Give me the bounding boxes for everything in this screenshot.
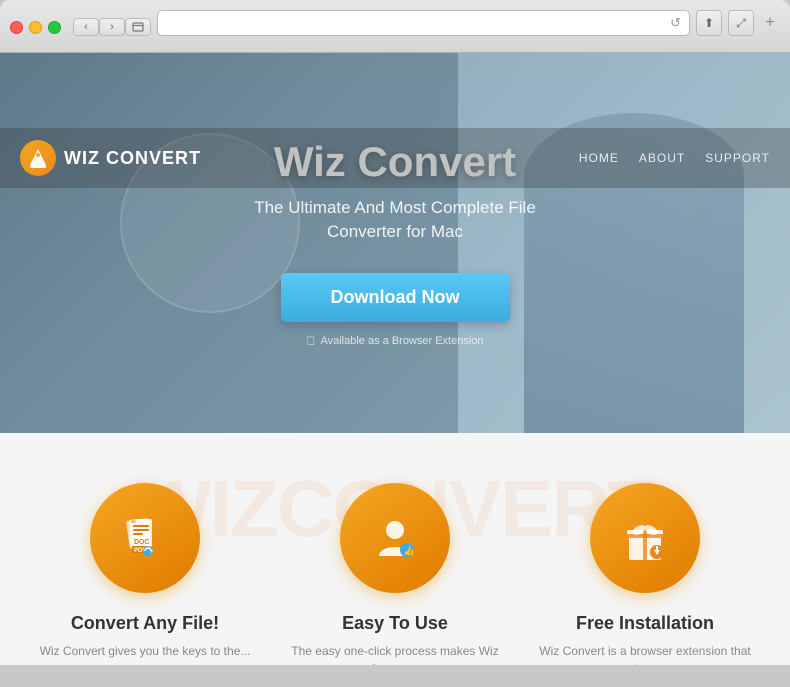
new-tab-button[interactable]: + [760,10,780,36]
apple-note:  Available as a Browser Extension [254,334,536,348]
web-content: WIZ CONVERT HOME ABOUT SUPPORT Wiz Conve… [0,53,790,665]
apple-icon:  [306,334,315,348]
nav-about[interactable]: ABOUT [639,151,685,165]
nav-links: HOME ABOUT SUPPORT [579,151,770,165]
svg-text:👍: 👍 [404,545,415,556]
hero-subtitle: The Ultimate And Most Complete FileConve… [254,196,536,244]
zoom-button[interactable]: ⤢ [728,10,754,36]
back-button[interactable]: ‹ [73,18,99,36]
close-button[interactable] [10,21,23,34]
forward-icon: › [110,21,114,33]
maximize-button[interactable] [48,21,61,34]
logo[interactable]: WIZ CONVERT [20,140,201,176]
feature-convert-desc: Wiz Convert gives you the keys to the... [35,642,255,660]
traffic-lights [10,21,61,34]
logo-text: WIZ CONVERT [64,148,201,169]
feature-easy-desc: The easy one-click process makes Wiz Con… [285,642,505,665]
title-bar: ‹ › ↺ ⬆ ⤢ + [10,10,780,44]
plus-icon: + [765,14,774,32]
nav-support[interactable]: SUPPORT [705,151,770,165]
feature-easy: 👍 Easy To Use The easy one-click process… [285,483,505,665]
nav-home[interactable]: HOME [579,151,619,165]
hero-section: Wiz Convert The Ultimate And Most Comple… [0,53,790,433]
feature-free: Free Installation Wiz Convert is a brows… [535,483,755,665]
site-navigation: WIZ CONVERT HOME ABOUT SUPPORT [0,128,790,188]
features-section: WIZCONVERT Xi DOC [0,433,790,665]
reload-icon[interactable]: ↺ [670,15,681,31]
download-now-button[interactable]: Download Now [281,273,510,322]
feature-free-desc: Wiz Convert is a browser extension that … [535,642,755,665]
back-icon: ‹ [84,21,88,33]
svg-text:DOC: DOC [134,539,150,546]
forward-button[interactable]: › [99,18,125,36]
feature-convert-title: Convert Any File! [35,613,255,634]
feature-easy-title: Easy To Use [285,613,505,634]
feature-free-title: Free Installation [535,613,755,634]
svg-text:Xi: Xi [131,519,136,525]
feature-convert: Xi DOC PDF Convert Any File! Wiz Convert… [35,483,255,665]
share-button[interactable]: ⬆ [696,10,722,36]
browser-chrome: ‹ › ↺ ⬆ ⤢ + [0,0,790,53]
easy-icon-wrap: 👍 [340,483,450,593]
convert-icon-wrap: Xi DOC PDF [90,483,200,593]
zoom-icon: ⤢ [736,16,746,31]
address-bar[interactable]: ↺ [157,10,690,36]
minimize-button[interactable] [29,21,42,34]
easy-icon: 👍 [371,514,419,562]
free-icon-wrap [590,483,700,593]
convert-icon: Xi DOC PDF [118,511,173,566]
logo-icon [20,140,56,176]
apple-note-text: Available as a Browser Extension [320,335,483,347]
free-icon [621,514,669,562]
share-icon: ⬆ [704,16,714,30]
window-button[interactable] [125,18,151,36]
